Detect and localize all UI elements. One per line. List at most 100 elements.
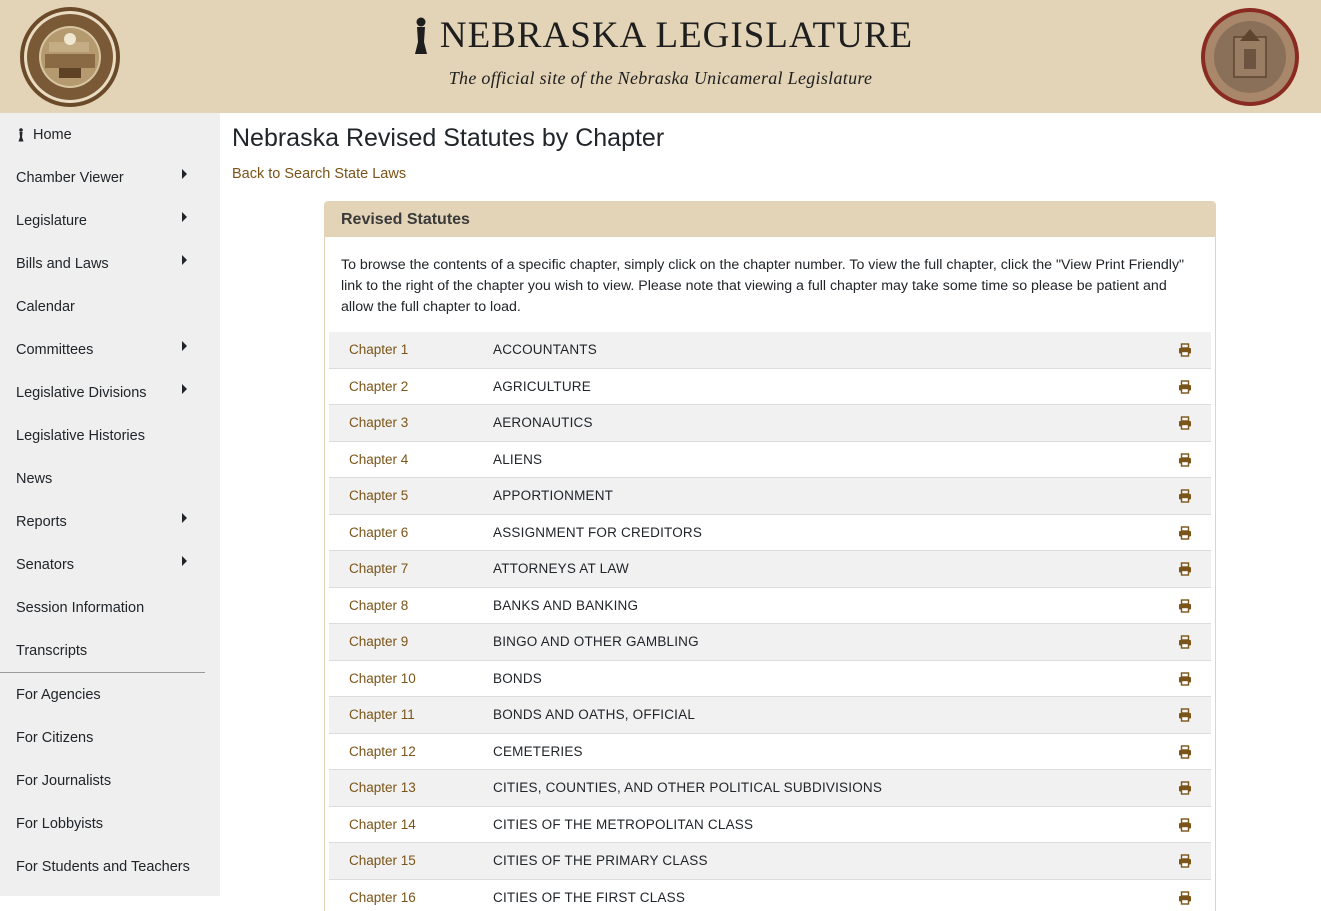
caret-right-icon xyxy=(182,340,187,351)
sidebar-item-home[interactable]: Home xyxy=(16,113,206,156)
chapter-number-link[interactable]: Chapter 6 xyxy=(349,525,408,540)
sidebar-item-senators[interactable]: Senators xyxy=(16,543,206,586)
caret-right-icon xyxy=(182,168,187,179)
sidebar-item-label: Transcripts xyxy=(16,642,88,659)
sidebar-item-for-students-and-teachers[interactable]: For Students and Teachers xyxy=(16,845,206,888)
printer-icon[interactable] xyxy=(1178,671,1192,686)
table-row: Chapter 2 AGRICULTURE xyxy=(329,369,1211,405)
sidebar-item-label: Calendar xyxy=(16,298,75,315)
sower-icon xyxy=(18,127,24,141)
table-row: Chapter 3 AERONAUTICS xyxy=(329,405,1211,442)
table-row: Chapter 8 BANKS AND BANKING xyxy=(329,588,1211,624)
chapter-number-link[interactable]: Chapter 1 xyxy=(349,342,408,357)
printer-icon[interactable] xyxy=(1178,635,1192,649)
chapter-number-link[interactable]: Chapter 3 xyxy=(349,415,408,430)
sidebar-item-label: Session Information xyxy=(16,599,145,616)
sidebar-item-for-journalists[interactable]: For Journalists xyxy=(16,759,206,802)
sidebar-item-legislature[interactable]: Legislature xyxy=(16,199,206,242)
chapter-number-link[interactable]: Chapter 14 xyxy=(349,817,416,832)
sidebar-item-news[interactable]: News xyxy=(16,457,206,500)
table-row: Chapter 11 BONDS AND OATHS, OFFICIAL xyxy=(329,697,1211,734)
sidebar-item-label: For Journalists xyxy=(16,772,112,789)
caret-right-icon xyxy=(182,512,187,523)
printer-icon[interactable] xyxy=(1178,854,1192,868)
table-row: Chapter 14 CITIES OF THE METROPOLITAN CLA… xyxy=(329,807,1211,843)
caret-right-icon xyxy=(182,254,187,265)
chapter-name: BINGO AND OTHER GAMBLING xyxy=(493,634,699,650)
sidebar-item-label: Home xyxy=(33,126,72,143)
sidebar-item-calendar[interactable]: Calendar xyxy=(16,285,206,328)
chapter-number-link[interactable]: Chapter 13 xyxy=(349,780,416,795)
sidebar-item-label: News xyxy=(16,470,53,487)
chapter-name: CITIES OF THE PRIMARY CLASS xyxy=(493,853,708,869)
sidebar-item-for-lobbyists[interactable]: For Lobbyists xyxy=(16,802,206,845)
printer-icon[interactable] xyxy=(1178,708,1192,722)
sidebar-item-label: For Agencies xyxy=(16,686,101,703)
sidebar-item-for-agencies[interactable]: For Agencies xyxy=(16,673,206,716)
sidebar-item-chamber-viewer[interactable]: Chamber Viewer xyxy=(16,156,206,199)
sidebar-item-committees[interactable]: Committees xyxy=(16,328,206,371)
sidebar-item-session-information[interactable]: Session Information xyxy=(16,586,206,629)
sidebar-item-label: Bills and Laws xyxy=(16,255,109,272)
page-title: Nebraska Revised Statutes by Chapter xyxy=(232,124,665,152)
chapter-number-link[interactable]: Chapter 9 xyxy=(349,634,408,649)
chapter-number-link[interactable]: Chapter 8 xyxy=(349,598,408,613)
chapter-number-link[interactable]: Chapter 7 xyxy=(349,561,408,576)
printer-icon[interactable] xyxy=(1178,744,1192,759)
sidebar-item-for-citizens[interactable]: For Citizens xyxy=(16,716,206,759)
table-row: Chapter 13 CITIES, COUNTIES, AND OTHER PO… xyxy=(329,770,1211,807)
printer-icon[interactable] xyxy=(1178,562,1192,576)
sidebar-item-transcripts[interactable]: Transcripts xyxy=(16,629,206,672)
chapter-number-link[interactable]: Chapter 10 xyxy=(349,671,416,686)
chapter-name: ALIENS xyxy=(493,451,543,467)
sidebar-item-legislative-divisions[interactable]: Legislative Divisions xyxy=(16,371,206,414)
sidebar-item-reports[interactable]: Reports xyxy=(16,500,206,543)
sidebar-item-bills-and-laws[interactable]: Bills and Laws xyxy=(16,242,206,285)
printer-icon[interactable] xyxy=(1178,781,1192,795)
chapter-name: BONDS AND OATHS, OFFICIAL xyxy=(493,707,696,723)
caret-right-icon xyxy=(182,211,187,222)
sidebar-item-legislative-histories[interactable]: Legislative Histories xyxy=(16,414,206,457)
chapter-number-link[interactable]: Chapter 11 xyxy=(349,707,415,722)
card-header: Revised Statutes xyxy=(325,202,1215,237)
back-to-search-link[interactable]: Back to Search State Laws xyxy=(232,166,406,182)
sidebar-item-label: For Students and Teachers xyxy=(16,858,190,875)
printer-icon[interactable] xyxy=(1178,379,1192,394)
table-row: Chapter 16 CITIES OF THE FIRST CLASS xyxy=(329,880,1211,911)
sidebar-item-label: For Lobbyists xyxy=(16,815,104,832)
printer-icon[interactable] xyxy=(1178,525,1192,540)
printer-icon[interactable] xyxy=(1178,343,1192,357)
sidebar-item-label: Legislative Histories xyxy=(16,427,145,444)
table-row: Chapter 9 BINGO AND OTHER GAMBLING xyxy=(329,624,1211,661)
sower-icon xyxy=(414,17,427,54)
site-subtitle: The official site of the Nebraska Unicam… xyxy=(448,68,873,88)
printer-icon[interactable] xyxy=(1178,890,1192,905)
chapter-number-link[interactable]: Chapter 2 xyxy=(349,379,408,394)
printer-icon[interactable] xyxy=(1178,489,1192,503)
chapter-number-link[interactable]: Chapter 4 xyxy=(349,452,408,467)
table-row: Chapter 15 CITIES OF THE PRIMARY CLASS xyxy=(329,843,1211,880)
sidebar-item-label: Senators xyxy=(16,556,75,573)
caret-right-icon xyxy=(182,555,187,566)
chapter-name: AERONAUTICS xyxy=(493,415,593,431)
chapter-number-link[interactable]: Chapter 16 xyxy=(349,890,416,905)
table-row: Chapter 4 ALIENS xyxy=(329,442,1211,478)
sidebar-item-label: Committees xyxy=(16,341,94,358)
legislature-seal-icon[interactable] xyxy=(1200,7,1300,107)
chapter-number-link[interactable]: Chapter 15 xyxy=(349,853,416,868)
chapter-number-link[interactable]: Chapter 12 xyxy=(349,744,416,759)
card-description: To browse the contents of a specific cha… xyxy=(341,257,1185,315)
chapter-name: CITIES, COUNTIES, AND OTHER POLITICAL SU… xyxy=(493,780,883,796)
printer-icon[interactable] xyxy=(1178,452,1192,467)
chapter-name: AGRICULTURE xyxy=(493,378,591,394)
chapter-name: CEMETERIES xyxy=(493,743,583,759)
chapter-number-link[interactable]: Chapter 5 xyxy=(349,488,408,503)
sidebar-nav: Home Chamber Viewer Legislature Bills an… xyxy=(0,113,220,896)
printer-icon[interactable] xyxy=(1178,817,1192,832)
chapter-name: ASSIGNMENT FOR CREDITORS xyxy=(493,524,703,540)
chapter-name: APPORTIONMENT xyxy=(493,488,614,504)
site-title[interactable]: NEBRASKA LEGISLATURE xyxy=(0,14,1321,57)
chapter-name: ATTORNEYS AT LAW xyxy=(493,561,629,577)
printer-icon[interactable] xyxy=(1178,416,1192,430)
printer-icon[interactable] xyxy=(1178,598,1192,613)
